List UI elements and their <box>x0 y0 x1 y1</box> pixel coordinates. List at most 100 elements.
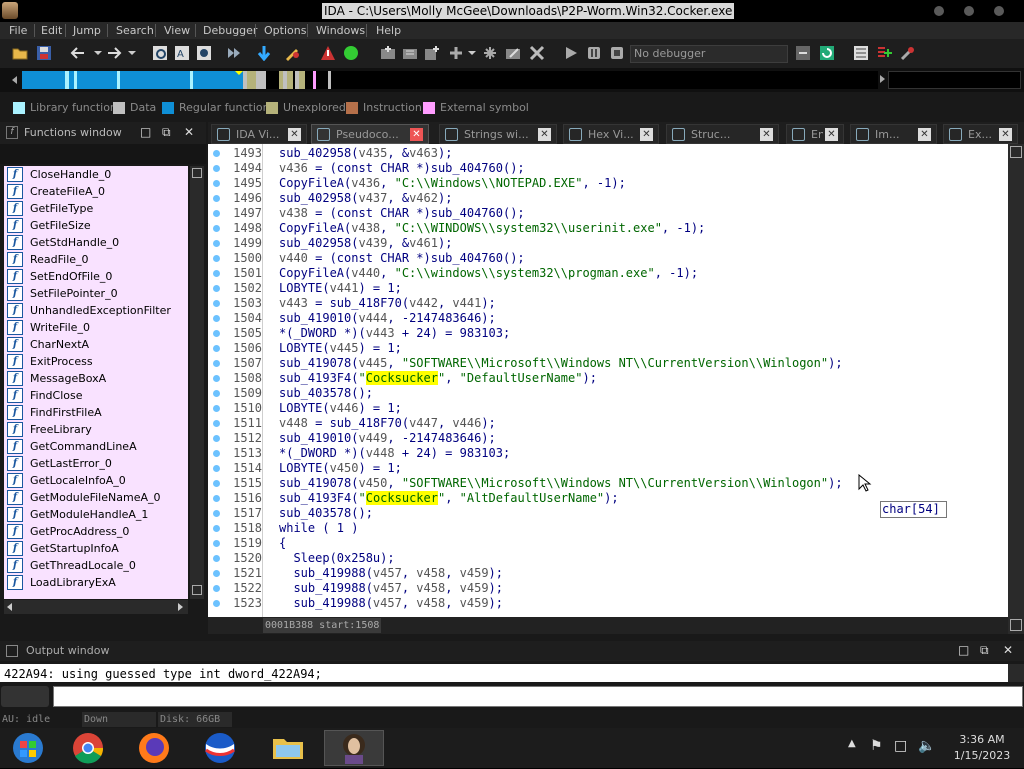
output-close-icon[interactable]: ✕ <box>1003 643 1013 657</box>
line-marker-icon[interactable] <box>213 360 220 367</box>
tab-2[interactable]: Strings wi... ✕ <box>439 124 557 144</box>
line-marker-icon[interactable] <box>213 525 220 532</box>
command-language-button[interactable] <box>1 686 49 707</box>
tray-expand-icon[interactable]: ▲ <box>848 738 856 749</box>
function-list-item[interactable]: f WriteFile_0 <box>4 319 188 336</box>
system-clock[interactable]: 3:36 AM 1/15/2023 <box>944 732 1020 764</box>
code-line[interactable]: 1519 { <box>208 536 1008 551</box>
line-marker-icon[interactable] <box>213 405 220 412</box>
code-line[interactable]: 1495 CopyFileA(v436, "C:\\Windows\\NOTEPA… <box>208 176 1008 191</box>
line-marker-icon[interactable] <box>213 210 220 217</box>
functions-hscrollbar[interactable] <box>4 600 188 614</box>
function-list-item[interactable]: f CloseHandle_0 <box>4 166 188 183</box>
code-line[interactable]: 1520 Sleep(0x258u); <box>208 551 1008 566</box>
functions-vscrollbar[interactable] <box>190 166 204 599</box>
menu-file[interactable]: File <box>9 22 27 39</box>
function-list-item[interactable]: f GetLastError_0 <box>4 455 188 472</box>
binary-search-icon[interactable] <box>152 45 168 61</box>
functions-column-header[interactable] <box>0 144 206 164</box>
command-input[interactable] <box>53 686 1023 707</box>
line-marker-icon[interactable] <box>213 390 220 397</box>
code-scroll-down-icon[interactable] <box>1010 619 1022 631</box>
line-marker-icon[interactable] <box>213 420 220 427</box>
code-line[interactable]: 1512 sub_419010(v449, -2147483646); <box>208 431 1008 446</box>
line-marker-icon[interactable] <box>213 225 220 232</box>
line-marker-icon[interactable] <box>213 555 220 562</box>
delete-icon[interactable] <box>529 45 545 61</box>
firefox-taskbar-icon[interactable] <box>124 730 184 766</box>
scroll-up-arrow-icon[interactable] <box>192 168 202 178</box>
function-list-item[interactable]: f GetLocaleInfoA_0 <box>4 472 188 489</box>
line-marker-icon[interactable] <box>213 165 220 172</box>
list-view-icon[interactable] <box>853 45 869 61</box>
tab-close-icon[interactable]: ✕ <box>538 128 551 141</box>
menu-edit[interactable]: Edit <box>41 22 62 39</box>
tab-5[interactable]: En...✕ <box>786 124 844 144</box>
code-line[interactable]: 1499 sub_402958(v439, &v461); <box>208 236 1008 251</box>
function-list-item[interactable]: f FindFirstFileA <box>4 404 188 421</box>
function-list-item[interactable]: f GetProcAddress_0 <box>4 523 188 540</box>
line-marker-icon[interactable] <box>213 450 220 457</box>
menu-jump[interactable]: Jump <box>73 22 101 39</box>
line-marker-icon[interactable] <box>213 270 220 277</box>
function-list-item[interactable]: f SetEndOfFile_0 <box>4 268 188 285</box>
code-line[interactable]: 1493 sub_402958(v435, &v463); <box>208 146 1008 161</box>
ida-taskbar-icon[interactable] <box>324 730 384 766</box>
code-line[interactable]: 1494 v436 = (const CHAR *)sub_404760(); <box>208 161 1008 176</box>
warning-icon[interactable] <box>320 45 336 61</box>
output-restore-icon[interactable]: ⧉ <box>980 643 989 658</box>
code-line[interactable]: 1505 *(_DWORD *)(v443 + 24) = 983103; <box>208 326 1008 341</box>
code-line[interactable]: 1514 LOBYTE(v450) = 1; <box>208 461 1008 476</box>
scroll-down-arrow-icon[interactable] <box>192 585 202 595</box>
start-button[interactable] <box>0 730 60 766</box>
stop-debugger-icon[interactable] <box>609 45 625 61</box>
debug-attach-icon[interactable] <box>795 45 811 61</box>
line-marker-icon[interactable] <box>213 510 220 517</box>
code-line[interactable]: 1521 sub_419988(v457, v458, v459); <box>208 566 1008 581</box>
menu-help[interactable]: Help <box>376 22 401 39</box>
menu-windows[interactable]: Windows <box>316 22 365 39</box>
line-marker-icon[interactable] <box>213 540 220 547</box>
function-list-item[interactable]: f FreeLibrary <box>4 421 188 438</box>
pseudocode-view[interactable]: 1493 sub_402958(v435, &v463); 1494 v436 = (… <box>208 144 1008 617</box>
code-line[interactable]: 1497 v438 = (const CHAR *)sub_404760(); <box>208 206 1008 221</box>
code-line[interactable]: 1504 sub_419010(v444, -2147483646); <box>208 311 1008 326</box>
refresh-icon[interactable] <box>819 45 835 61</box>
ida-app-icon[interactable] <box>2 2 18 19</box>
file-explorer-taskbar-icon[interactable] <box>258 730 318 766</box>
tab-7[interactable]: Ex... ✕ <box>943 124 1018 144</box>
tab-close-icon[interactable]: ✕ <box>825 128 838 141</box>
code-line[interactable]: 1500 v440 = (const CHAR *)sub_404760(); <box>208 251 1008 266</box>
panel-restore-icon[interactable]: ⧉ <box>162 125 171 140</box>
scroll-left-arrow-icon[interactable] <box>7 603 13 611</box>
menu-view[interactable]: View <box>164 22 190 39</box>
edit-function-icon[interactable] <box>402 45 418 61</box>
tab-1[interactable]: Pseudoco... ✕ <box>311 124 429 144</box>
output-scrollbar[interactable] <box>1008 664 1024 682</box>
function-list-item[interactable]: f CharNextA <box>4 336 188 353</box>
nav-right-arrow-icon[interactable] <box>880 75 885 83</box>
function-list-item[interactable]: f CreateFileA_0 <box>4 183 188 200</box>
tab-0[interactable]: IDA Vi... ✕ <box>211 124 307 144</box>
code-line[interactable]: 1502 LOBYTE(v441) = 1; <box>208 281 1008 296</box>
add-breakpoint-icon[interactable] <box>876 45 892 61</box>
functions-list[interactable]: f CloseHandle_0 f CreateFileA_0 f GetFileType… <box>4 166 188 599</box>
edit-icon[interactable] <box>505 45 521 61</box>
close-button[interactable] <box>994 6 1004 16</box>
line-marker-icon[interactable] <box>213 285 220 292</box>
code-line[interactable]: 1503 v443 = sub_418F70(v442, v441); <box>208 296 1008 311</box>
line-marker-icon[interactable] <box>213 495 220 502</box>
code-line[interactable]: 1510 LOBYTE(v446) = 1; <box>208 401 1008 416</box>
function-list-item[interactable]: f GetThreadLocale_0 <box>4 557 188 574</box>
start-debugger-icon[interactable] <box>563 45 579 61</box>
forward-arrow-icon[interactable] <box>106 45 122 61</box>
minimize-button[interactable] <box>934 6 944 16</box>
function-list-item[interactable]: f GetModuleHandleA_1 <box>4 506 188 523</box>
line-marker-icon[interactable] <box>213 585 220 592</box>
function-list-item[interactable]: f GetModuleFileNameA_0 <box>4 489 188 506</box>
menu-options[interactable]: Options <box>264 22 306 39</box>
code-line[interactable]: 1507 sub_419078(v445, "SOFTWARE\\Microsof… <box>208 356 1008 371</box>
expand-icon[interactable] <box>482 45 498 61</box>
menu-search[interactable]: Search <box>116 22 154 39</box>
tab-3[interactable]: Hex Vi... ✕ <box>563 124 659 144</box>
